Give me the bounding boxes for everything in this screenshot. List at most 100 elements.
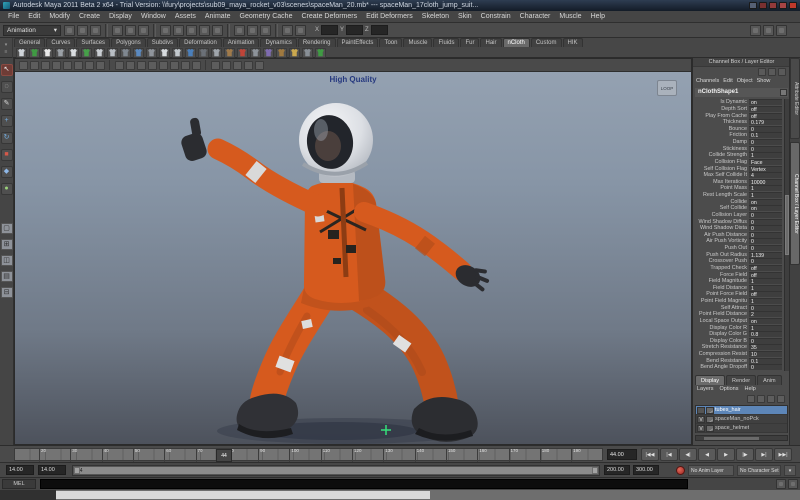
- snap-point-icon[interactable]: [186, 25, 197, 36]
- shelf-icon-4[interactable]: [55, 48, 66, 58]
- shelf-tab-general[interactable]: General: [14, 38, 45, 47]
- attribute-value-field[interactable]: 0: [749, 139, 782, 145]
- select-object-icon[interactable]: [125, 25, 136, 36]
- shelf-icon-7[interactable]: [94, 48, 105, 58]
- resolution-gate-icon[interactable]: [52, 61, 61, 70]
- universal-manipulator-tool[interactable]: ◆: [1, 166, 13, 178]
- anim-layer-dropdown[interactable]: No Anim Layer: [688, 465, 734, 476]
- coord-field-y[interactable]: [346, 25, 363, 35]
- menu-edit[interactable]: Edit: [24, 12, 44, 21]
- menu-muscle[interactable]: Muscle: [555, 12, 585, 21]
- viewport-canvas[interactable]: High Quality LOOP: [15, 72, 691, 444]
- shadows-icon[interactable]: [159, 61, 168, 70]
- character-set-dropdown[interactable]: No Character Set: [737, 465, 781, 476]
- show-attribute-editor-icon[interactable]: [750, 25, 761, 36]
- shaded-icon[interactable]: [126, 61, 135, 70]
- paint-select-tool[interactable]: ✎: [1, 98, 13, 110]
- shelf-tab-painteffects[interactable]: PaintEffects: [337, 38, 379, 47]
- film-gate-icon[interactable]: [41, 61, 50, 70]
- go-to-start-button[interactable]: |◀◀: [641, 448, 659, 461]
- layer-editor-tab-render[interactable]: Render: [726, 375, 756, 385]
- menu-animate[interactable]: Animate: [201, 12, 235, 21]
- gate-mask-icon[interactable]: [63, 61, 72, 70]
- output-connections-icon[interactable]: [247, 25, 258, 36]
- scale-tool[interactable]: ■: [1, 149, 13, 161]
- new-scene-icon[interactable]: [64, 25, 75, 36]
- attribute-value-field[interactable]: 0.1: [749, 358, 782, 364]
- pencil-icon[interactable]: [778, 68, 786, 76]
- shelf-tab-hair[interactable]: Hair: [480, 38, 501, 47]
- shelf-tab-animation[interactable]: Animation: [223, 38, 260, 47]
- shelf-icon-16[interactable]: [211, 48, 222, 58]
- attribute-value-field[interactable]: off: [749, 291, 782, 297]
- grid-icon[interactable]: [30, 61, 39, 70]
- render-icon[interactable]: [282, 25, 293, 36]
- command-line-input[interactable]: [40, 479, 688, 489]
- layer-list-scrollbar[interactable]: [695, 435, 788, 441]
- delete-layer-icon[interactable]: [757, 395, 765, 403]
- menu-skin[interactable]: Skin: [454, 12, 476, 21]
- screen-space-ao-icon[interactable]: [170, 61, 179, 70]
- command-line-language-label[interactable]: MEL: [2, 479, 36, 489]
- safe-title-icon[interactable]: [96, 61, 105, 70]
- script-editor-icon[interactable]: [776, 479, 786, 489]
- attribute-value-field[interactable]: 0: [749, 258, 782, 264]
- shelf-tab-hik[interactable]: HIK: [563, 38, 583, 47]
- isolate-select-icon[interactable]: [255, 61, 264, 70]
- shelf-icon-22[interactable]: [289, 48, 300, 58]
- auto-keyframe-button[interactable]: [676, 466, 685, 475]
- channel-box-menu-show[interactable]: Show: [757, 78, 771, 87]
- shelf-icon-6[interactable]: [81, 48, 92, 58]
- shelf-tab-toon[interactable]: Toon: [379, 38, 402, 47]
- attribute-value-field[interactable]: Face: [749, 159, 782, 165]
- shelf-tab-muscle[interactable]: Muscle: [403, 38, 432, 47]
- input-connections-icon[interactable]: [234, 25, 245, 36]
- shelf-tab-subdivs[interactable]: Subdivs: [147, 38, 178, 47]
- attribute-value-field[interactable]: off: [749, 272, 782, 278]
- four-pane-layout-button[interactable]: ⊞: [1, 239, 13, 250]
- save-scene-icon[interactable]: [90, 25, 101, 36]
- play-forwards-button[interactable]: ▶: [717, 448, 735, 461]
- snap-plane-icon[interactable]: [199, 25, 210, 36]
- select-tool[interactable]: ↖: [1, 64, 13, 76]
- attribute-value-field[interactable]: 0: [749, 245, 782, 251]
- window-button-1[interactable]: [749, 2, 757, 9]
- shelf-icon-2[interactable]: [29, 48, 40, 58]
- title-bar[interactable]: Autodesk Maya 2011 Beta 2 x64 - Trial Ve…: [0, 0, 800, 11]
- attribute-value-field[interactable]: 0.179: [749, 119, 782, 125]
- minimize-button[interactable]: [779, 2, 787, 9]
- playback-start-field[interactable]: 14.00: [38, 465, 66, 475]
- attribute-value-field[interactable]: 0: [749, 219, 782, 225]
- shelf-icon-20[interactable]: [263, 48, 274, 58]
- xray-icon[interactable]: [211, 61, 220, 70]
- history-back-icon[interactable]: [758, 68, 766, 76]
- textured-icon[interactable]: [137, 61, 146, 70]
- attribute-value-field[interactable]: 0.1: [749, 132, 782, 138]
- menu-create-deformers[interactable]: Create Deformers: [297, 12, 361, 21]
- persp-outliner-layout-button[interactable]: ◫: [1, 255, 13, 266]
- layer-editor-tab-anim[interactable]: Anim: [757, 375, 782, 385]
- shelf-tab-ncloth[interactable]: nCloth: [503, 38, 530, 47]
- select-component-icon[interactable]: [138, 25, 149, 36]
- single-pane-layout-button[interactable]: ▢: [1, 223, 13, 234]
- layer-color-swatch[interactable]: [706, 416, 714, 423]
- ipr-render-icon[interactable]: [295, 25, 306, 36]
- attribute-value-field[interactable]: 1: [749, 192, 782, 198]
- snap-grid-icon[interactable]: [160, 25, 171, 36]
- step-back-key-button[interactable]: |◀: [660, 448, 678, 461]
- step-forward-frame-button[interactable]: |▶: [736, 448, 754, 461]
- close-button[interactable]: [789, 2, 797, 9]
- attribute-value-field[interactable]: 0: [749, 232, 782, 238]
- attribute-value-field[interactable]: 2: [749, 311, 782, 317]
- snap-surface-icon[interactable]: [212, 25, 223, 36]
- attribute-value-field[interactable]: off: [749, 113, 782, 119]
- select-hierarchy-icon[interactable]: [112, 25, 123, 36]
- shelf-icon-11[interactable]: [146, 48, 157, 58]
- menu-create[interactable]: Create: [75, 12, 104, 21]
- open-scene-icon[interactable]: [77, 25, 88, 36]
- time-slider[interactable]: 2030405060708090100110120130140150160170…: [14, 448, 603, 461]
- coord-field-x[interactable]: [321, 25, 338, 35]
- layer-visibility-toggle[interactable]: V: [697, 425, 705, 432]
- layer-editor-menu-options[interactable]: Options: [720, 386, 739, 394]
- range-bar[interactable]: 14: [74, 467, 598, 474]
